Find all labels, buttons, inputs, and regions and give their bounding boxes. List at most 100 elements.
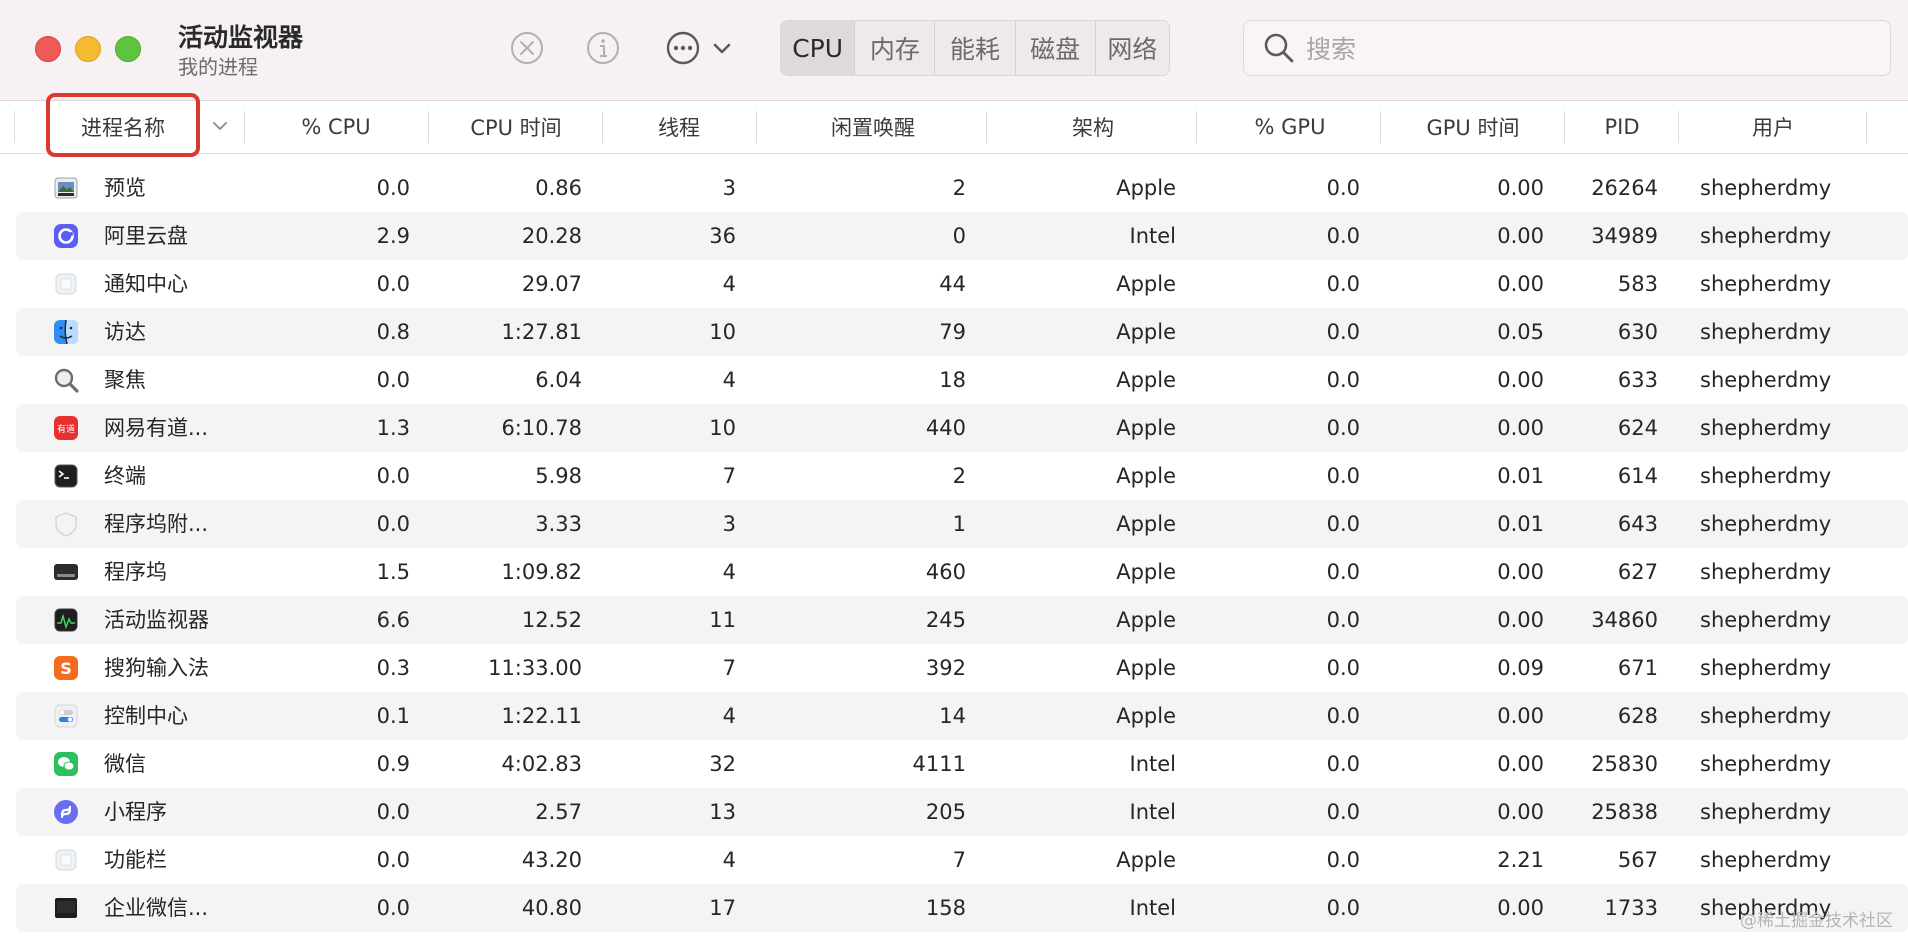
idle-wakeups-cell: 2	[952, 464, 966, 488]
process-name-cell: 终端	[104, 464, 146, 488]
table-row[interactable]: 程序坞 1.5 1:09.82 4 460 Apple 0.0 0.00 627 shepherd…	[0, 548, 1908, 596]
table-row[interactable]: 控制中心 0.1 1:22.11 4 14 Apple 0.0 0.00 628 shepherd…	[0, 692, 1908, 740]
gpu-time-cell: 0.00	[1497, 608, 1544, 632]
architecture-cell: Intel	[1129, 224, 1177, 248]
table-row[interactable]: 终端 0.0 5.98 7 2 Apple 0.0 0.01 614 shepherdmy	[0, 452, 1908, 500]
cpu-time-cell: 2.57	[535, 800, 582, 824]
idle-wakeups-cell: 205	[925, 800, 966, 824]
table-row[interactable]: 企业微信... 0.0 40.80 17 158 Intel 0.0 0.00 1733 shep…	[0, 884, 1908, 932]
window-subtitle: 我的进程	[178, 55, 258, 79]
cpu-percent-cell: 0.8	[376, 320, 410, 344]
preview-icon	[52, 174, 80, 202]
tab-cpu[interactable]: CPU	[781, 21, 856, 75]
architecture-cell: Apple	[1116, 272, 1176, 296]
table-row[interactable]: 通知中心 0.0 29.07 4 44 Apple 0.0 0.00 583 shepherdmy	[0, 260, 1908, 308]
cpu-percent-cell: 6.6	[376, 608, 410, 632]
pid-cell: 630	[1617, 320, 1658, 344]
cpu-time-cell: 4:02.83	[501, 752, 582, 776]
gpu-percent-cell: 0.0	[1326, 608, 1360, 632]
tab-network[interactable]: 网络	[1096, 21, 1169, 75]
table-row[interactable]: 聚焦 0.0 6.04 4 18 Apple 0.0 0.00 633 shepherdmy	[0, 356, 1908, 404]
column-pid[interactable]: PID	[1566, 101, 1678, 153]
sort-chevron-icon[interactable]	[212, 118, 228, 134]
architecture-cell: Apple	[1116, 704, 1176, 728]
table-row[interactable]: 活动监视器 6.6 12.52 11 245 Apple 0.0 0.00 34860 sheph…	[0, 596, 1908, 644]
architecture-cell: Apple	[1116, 176, 1176, 200]
process-name-cell: 通知中心	[104, 272, 188, 296]
pid-cell: 34989	[1591, 224, 1658, 248]
pid-cell: 627	[1617, 560, 1658, 584]
table-row[interactable]: 有道 网易有道... 1.3 6:10.78 10 440 Apple 0.0 0.00 624 s…	[0, 404, 1908, 452]
gpu-time-cell: 0.00	[1497, 416, 1544, 440]
column-gpu-time[interactable]: GPU 时间	[1382, 101, 1564, 153]
toolbar: 活动监视器 我的进程 CPU 内存 能耗 磁盘 网络	[0, 0, 1908, 101]
pid-cell: 1733	[1604, 896, 1658, 920]
gpu-time-cell: 0.01	[1497, 464, 1544, 488]
threads-cell: 36	[709, 224, 736, 248]
table-row[interactable]: 功能栏 0.0 43.20 4 7 Apple 0.0 2.21 567 shepherdmy	[0, 836, 1908, 884]
terminal-icon	[52, 462, 80, 490]
threads-cell: 4	[722, 704, 736, 728]
cpu-percent-cell: 0.0	[376, 368, 410, 392]
spotlight-icon	[52, 366, 80, 394]
user-cell: shepherdmy	[1700, 320, 1832, 344]
column-cpu-percent[interactable]: % CPU	[246, 101, 426, 153]
table-row[interactable]: 程序坞附... 0.0 3.33 3 1 Apple 0.0 0.01 643 shepherdm…	[0, 500, 1908, 548]
gpu-time-cell: 0.00	[1497, 368, 1544, 392]
architecture-cell: Apple	[1116, 656, 1176, 680]
column-architecture[interactable]: 架构	[988, 101, 1198, 153]
wecom-icon	[52, 894, 80, 922]
column-idle-wakeups[interactable]: 闲置唤醒	[758, 101, 988, 153]
activity-monitor-icon	[52, 606, 80, 634]
table-row[interactable]: S 搜狗输入法 0.3 11:33.00 7 392 Apple 0.0 0.09 671 shep…	[0, 644, 1908, 692]
idle-wakeups-cell: 14	[939, 704, 966, 728]
cpu-time-cell: 6:10.78	[501, 416, 582, 440]
gpu-time-cell: 0.05	[1497, 320, 1544, 344]
search-box[interactable]	[1243, 20, 1891, 76]
tab-memory[interactable]: 内存	[855, 21, 936, 75]
table-row[interactable]: 微信 0.9 4:02.83 32 4111 Intel 0.0 0.00 25830 sheph…	[0, 740, 1908, 788]
column-user[interactable]: 用户	[1680, 101, 1866, 153]
process-name-cell: 小程序	[104, 800, 167, 824]
table-row[interactable]: 小程序 0.0 2.57 13 205 Intel 0.0 0.00 25838 shepherd…	[0, 788, 1908, 836]
search-input[interactable]	[1304, 29, 1868, 69]
info-icon[interactable]	[583, 28, 623, 68]
view-tabs: CPU 内存 能耗 磁盘 网络	[780, 20, 1170, 76]
table-row[interactable]: 预览 0.0 0.86 3 2 Apple 0.0 0.00 26264 shepherdmy	[0, 164, 1908, 212]
cpu-percent-cell: 0.0	[376, 512, 410, 536]
threads-cell: 13	[709, 800, 736, 824]
column-cpu-time[interactable]: CPU 时间	[430, 101, 602, 153]
process-name-cell: 访达	[104, 320, 146, 344]
pid-cell: 583	[1617, 272, 1658, 296]
stop-process-icon[interactable]	[507, 28, 547, 68]
minimize-window-button[interactable]	[75, 36, 101, 62]
pid-cell: 26264	[1591, 176, 1658, 200]
table-row[interactable]: 访达 0.8 1:27.81 10 79 Apple 0.0 0.05 630 shepherdm…	[0, 308, 1908, 356]
cpu-time-cell: 1:09.82	[501, 560, 582, 584]
finder-icon	[52, 318, 80, 346]
pid-cell: 25830	[1591, 752, 1658, 776]
architecture-cell: Intel	[1129, 800, 1177, 824]
table-row[interactable]: 阿里云盘 2.9 20.28 36 0 Intel 0.0 0.00 34989 shepherd…	[0, 212, 1908, 260]
cpu-percent-cell: 1.3	[376, 416, 410, 440]
dock-icon	[52, 558, 80, 586]
close-window-button[interactable]	[35, 36, 61, 62]
architecture-cell: Apple	[1116, 368, 1176, 392]
mini-program-icon	[52, 798, 80, 826]
column-threads[interactable]: 线程	[604, 101, 754, 153]
pid-cell: 633	[1617, 368, 1658, 392]
chevron-down-icon[interactable]	[707, 28, 737, 68]
tab-disk[interactable]: 磁盘	[1016, 21, 1096, 75]
process-name-cell: 聚焦	[104, 368, 146, 392]
process-name-cell: 网易有道...	[104, 416, 209, 440]
more-actions-icon[interactable]	[663, 28, 703, 68]
process-name-cell: 程序坞附...	[104, 512, 209, 536]
column-gpu-percent[interactable]: % GPU	[1198, 101, 1382, 153]
tab-energy[interactable]: 能耗	[935, 21, 1016, 75]
highlight-annotation-box	[46, 93, 200, 157]
cpu-percent-cell: 0.0	[376, 848, 410, 872]
idle-wakeups-cell: 245	[925, 608, 966, 632]
zoom-window-button[interactable]	[115, 36, 141, 62]
cpu-time-cell: 5.98	[535, 464, 582, 488]
architecture-cell: Apple	[1116, 560, 1176, 584]
